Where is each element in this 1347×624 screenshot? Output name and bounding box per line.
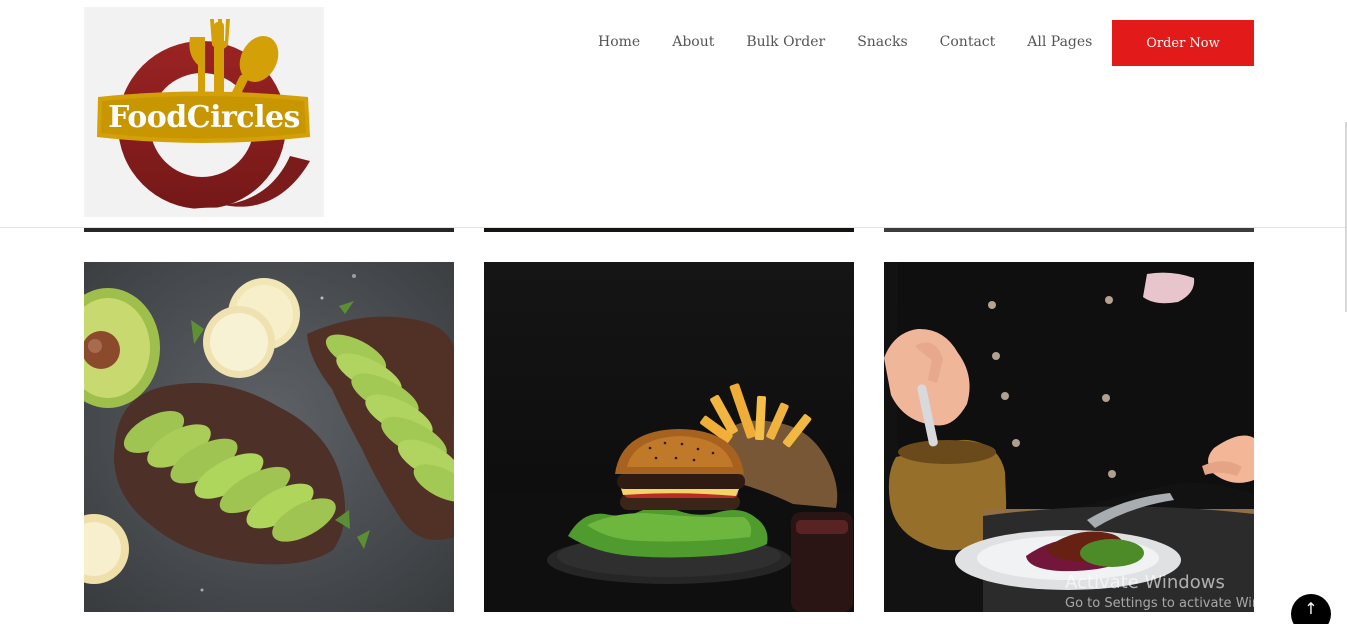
nav-item-snacks[interactable]: Snacks bbox=[857, 32, 907, 52]
nav-item-all-pages[interactable]: All Pages bbox=[1027, 32, 1092, 52]
nav-item-bulk-order[interactable]: Bulk Order bbox=[746, 32, 825, 52]
nav-item-about[interactable]: About bbox=[672, 32, 714, 52]
site-header: FoodCircles Home About Bulk Order Snacks… bbox=[0, 0, 1347, 228]
order-now-button[interactable]: Order Now bbox=[1112, 20, 1254, 66]
chef-plating-image bbox=[884, 262, 1254, 612]
page: FoodCircles Home About Bulk Order Snacks… bbox=[0, 0, 1347, 624]
gallery-image-burger-and-fries[interactable] bbox=[484, 262, 854, 612]
nav-item-home[interactable]: Home bbox=[598, 32, 640, 52]
burger-image bbox=[484, 262, 854, 612]
site-logo[interactable]: FoodCircles bbox=[84, 7, 324, 217]
logo-wordmark: FoodCircles bbox=[108, 100, 300, 135]
gallery-image-chef-plating-steak[interactable] bbox=[884, 262, 1254, 612]
main-nav: Home About Bulk Order Snacks Contact All… bbox=[598, 32, 1092, 52]
avocado-toast-image bbox=[84, 262, 454, 612]
arrow-up-icon: ↑ bbox=[1304, 599, 1318, 618]
scroll-to-top-button[interactable]: ↑ bbox=[1291, 594, 1331, 624]
gallery-image-avocado-toast[interactable] bbox=[84, 262, 454, 612]
nav-item-contact[interactable]: Contact bbox=[940, 32, 996, 52]
